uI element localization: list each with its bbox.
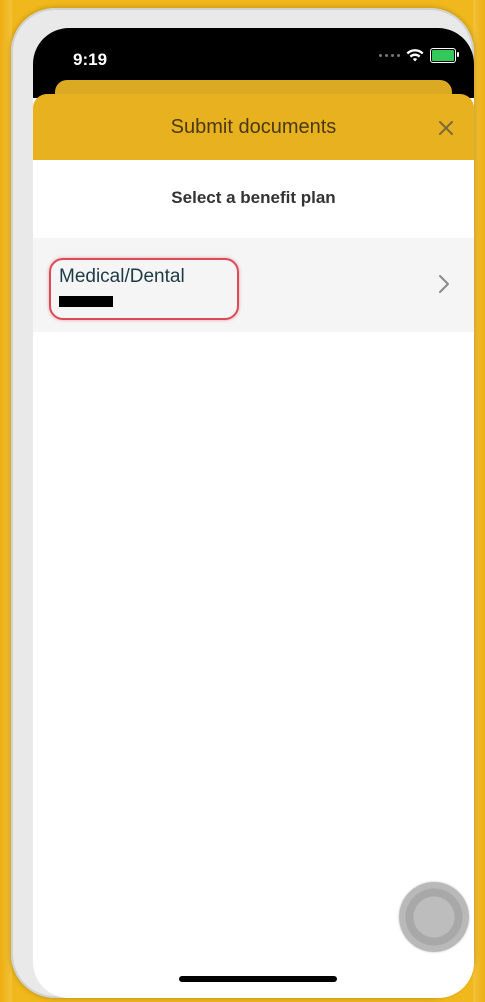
page-title: Submit documents [170,116,337,138]
home-indicator[interactable] [179,976,337,982]
phone-frame: 9:19 Submit documents Select a benefit p… [11,8,474,998]
benefit-plan-item[interactable]: Medical/Dental [33,238,474,332]
phone-screen: 9:19 Submit documents Select a benefit p… [33,28,474,998]
section-heading: Select a benefit plan [171,188,336,207]
modal-content: Select a benefit plan Medical/Dental [33,160,474,998]
assistive-touch-button[interactable] [399,882,469,952]
chevron-right-icon [438,274,450,299]
frame-right [473,0,485,1002]
redacted-plan-id [59,296,113,307]
status-time: 9:19 [73,50,108,69]
status-icons [379,48,459,63]
close-icon [439,121,453,135]
wifi-icon [406,49,424,62]
close-button[interactable] [430,112,462,144]
modal-header: Submit documents [33,94,474,160]
battery-charging-icon [430,48,459,63]
cellular-signal-icon [379,54,400,57]
benefit-plan-name: Medical/Dental [59,266,185,287]
